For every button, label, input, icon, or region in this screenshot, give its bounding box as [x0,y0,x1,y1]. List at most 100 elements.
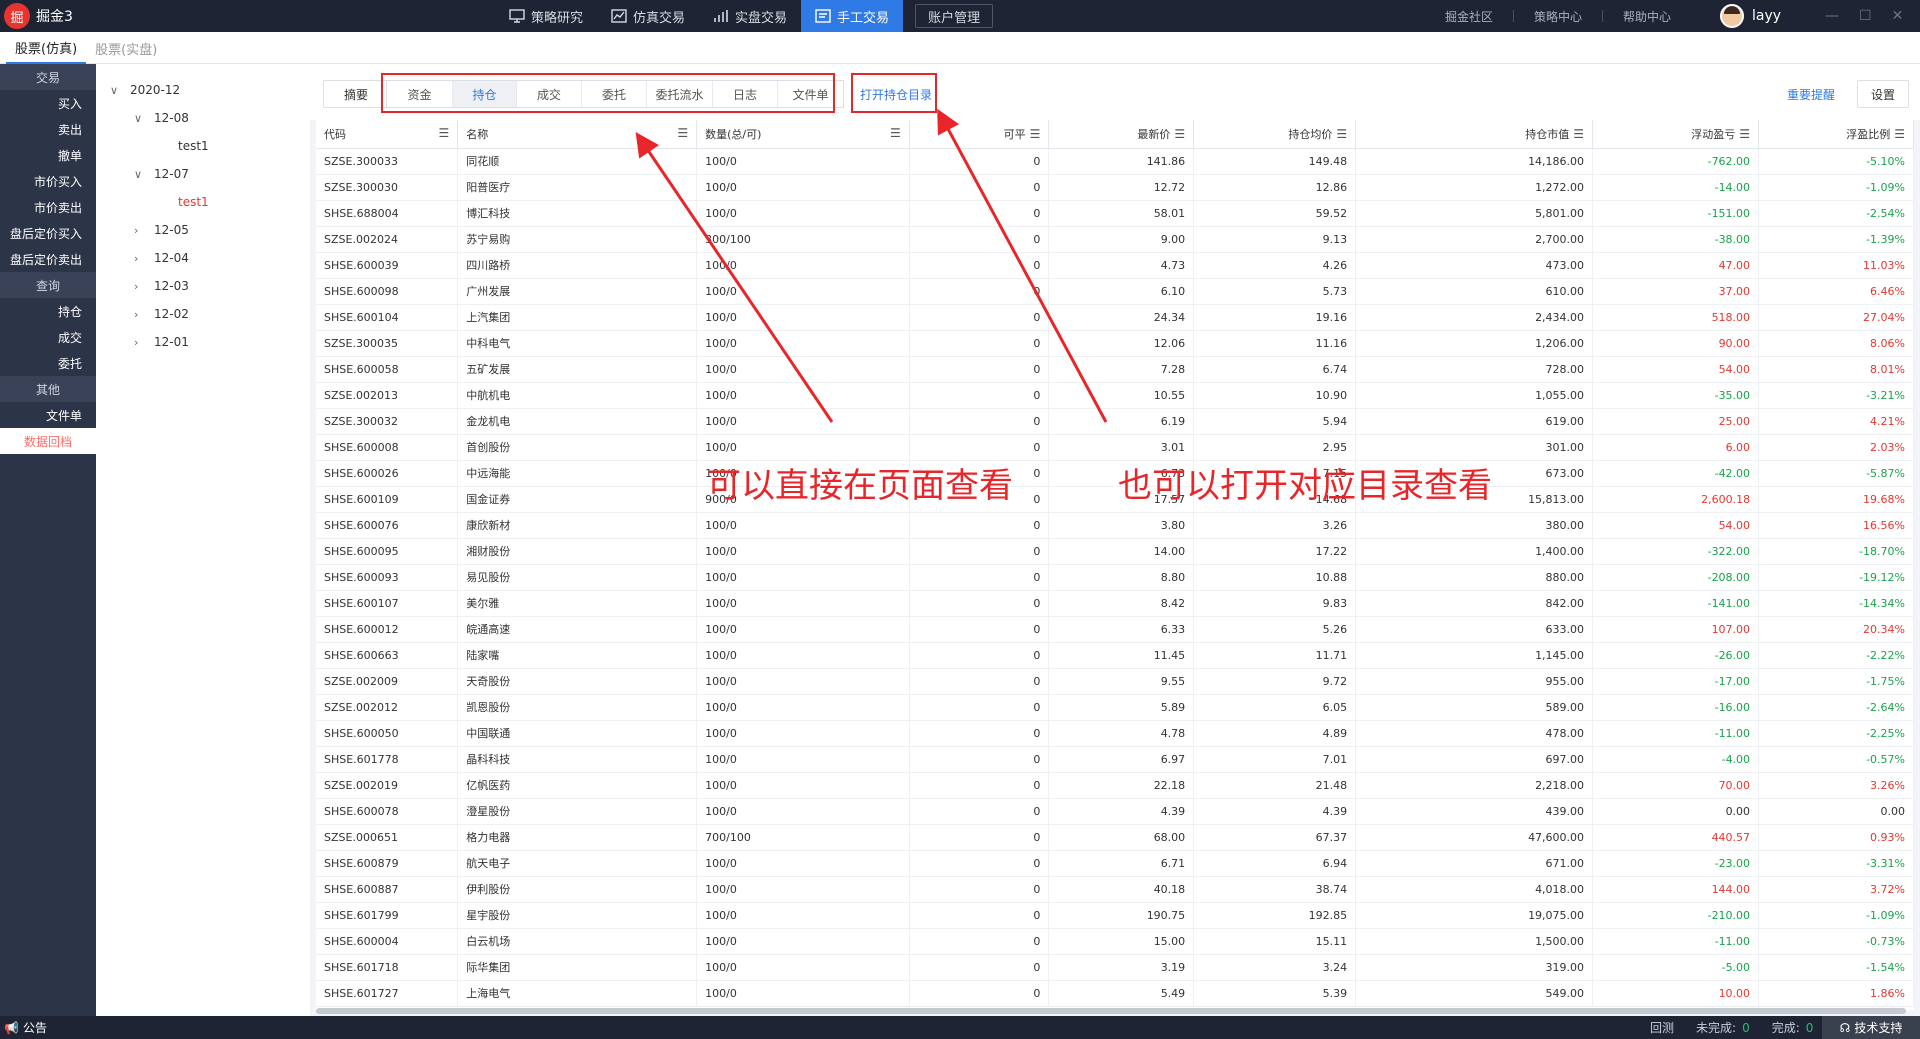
help-center-link[interactable]: 帮助中心 [1603,8,1691,25]
tree-node-day[interactable]: ∨ 12-08 [96,104,306,132]
table-row[interactable]: SZSE.000651 格力电器 700/100 0 68.00 67.37 47,600.… [316,824,1914,851]
maximize-icon[interactable]: ☐ [1859,8,1872,24]
column-menu-icon[interactable]: ☰ [1336,127,1347,141]
sidebar-item-market-sell[interactable]: 市价卖出 [0,194,96,220]
column-menu-icon[interactable]: ☰ [890,126,901,140]
tree-leaf-strategy-active[interactable]: test1 [96,188,306,216]
table-row[interactable]: SZSE.002024 苏宁易购 300/100 0 9.00 9.13 2,700.00-… [316,226,1914,253]
table-row[interactable]: SHSE.600058 五矿发展 100/0 0 7.28 6.74 728.00 54.00… [316,356,1914,383]
column-menu-icon[interactable]: ☰ [1030,127,1041,141]
table-row[interactable]: SHSE.600095 湘财股份 100/0 0 14.00 17.22 1,400.00-… [316,538,1914,565]
notice-button[interactable]: 📢 公告 [4,1016,47,1039]
important-notice-link[interactable]: 重要提醒 [1787,80,1835,108]
nav-strategy-research[interactable]: 策略研究 [495,0,597,32]
table-row[interactable]: SZSE.002013 中航机电 100/0 0 10.55 10.90 1,055.00-… [316,382,1914,409]
tab-funds[interactable]: 资金 [387,81,453,107]
column-menu-icon[interactable]: ☰ [1573,127,1584,141]
column-menu-icon[interactable]: ☰ [1174,127,1185,141]
tree-node-root[interactable]: ∨ 2020-12 [96,76,306,104]
sidebar-item-orders[interactable]: 委托 [0,350,96,376]
nav-sim-trading[interactable]: 仿真交易 [597,0,699,32]
table-row[interactable]: SZSE.300032 金龙机电 100/0 0 6.19 5.94 619.00 25.00… [316,408,1914,435]
table-row[interactable]: SHSE.600093 易见股份 100/0 0 8.80 10.88 880.00 -208… [316,564,1914,591]
open-positions-dir-button[interactable]: 打开持仓目录 [856,80,936,108]
table-row[interactable]: SHSE.600109 国金证券 900/0 0 17.57 14.68 15,813.00… [316,486,1914,513]
tree-node-day[interactable]: › 12-01 [96,328,306,356]
sidebar-item-fills[interactable]: 成交 [0,324,96,350]
horizontal-scrollbar[interactable] [316,1008,1906,1014]
table-row[interactable]: SHSE.600008 首创股份 100/0 0 3.01 2.95 301.00 6.00 2… [316,434,1914,461]
table-row[interactable]: SHSE.600887 伊利股份 100/0 0 40.18 38.74 4,018.00 1… [316,876,1914,903]
table-row[interactable]: SHSE.600879 航天电子 100/0 0 6.71 6.94 671.00 -23.0… [316,850,1914,877]
table-row[interactable]: SHSE.601727 上海电气 100/0 0 5.49 5.39 549.00 10.00… [316,980,1914,1007]
table-row[interactable]: SZSE.002012 凯恩股份 100/0 0 5.89 6.05 589.00 -16.0… [316,694,1914,721]
column-menu-icon[interactable]: ☰ [1739,127,1750,141]
table-row[interactable]: SZSE.002019 亿帆医药 100/0 0 22.18 21.48 2,218.00 7… [316,772,1914,799]
sidebar-item-market-buy[interactable]: 市价买入 [0,168,96,194]
sidebar-item-sell[interactable]: 卖出 [0,116,96,142]
tree-leaf-strategy[interactable]: test1 [96,132,306,160]
table-row[interactable]: SHSE.600098 广州发展 100/0 0 6.10 5.73 610.00 37.00… [316,278,1914,305]
table-row[interactable]: SZSE.300035 中科电气 100/0 0 12.06 11.16 1,206.00 9… [316,330,1914,357]
col-float-pnl[interactable]: 浮动盈亏 ☰ [1592,120,1760,149]
table-row[interactable]: SHSE.600107 美尔雅 100/0 0 8.42 9.83 842.00 -141.0… [316,590,1914,617]
table-row[interactable]: SHSE.601718 际华集团 100/0 0 3.19 3.24 319.00 -5.00… [316,954,1914,981]
table-row[interactable]: SHSE.600078 澄星股份 100/0 0 4.39 4.39 439.00 0.00 0… [316,798,1914,825]
minimize-icon[interactable]: — [1825,8,1839,24]
tab-order-flow[interactable]: 委托流水 [647,81,713,107]
col-last-price[interactable]: 最新价 ☰ [1048,120,1195,149]
table-row[interactable]: SZSE.300033 同花顺 100/0 0 141.86 149.48 14,186.0… [316,148,1914,175]
tab-stock-live[interactable]: 股票(实盘) [86,32,166,64]
col-code[interactable]: 代码 ☰ [316,120,459,149]
tab-fills[interactable]: 成交 [517,81,582,107]
col-quantity[interactable]: 数量(总/可) ☰ [696,120,910,149]
account-management-button[interactable]: 账户管理 [915,4,994,28]
tab-stock-sim[interactable]: 股票(仿真) [6,32,87,64]
table-row[interactable]: SHSE.601778 晶科科技 100/0 0 6.97 7.01 697.00 -4.00… [316,746,1914,773]
col-name[interactable]: 名称 ☰ [457,120,698,149]
col-float-pnl-ratio[interactable]: 浮盈比例 ☰ [1758,120,1914,149]
column-menu-icon[interactable]: ☰ [1894,127,1905,141]
user-menu[interactable]: layy [1720,0,1781,32]
strategy-center-link[interactable]: 策略中心 [1514,8,1602,25]
sidebar-item-data-rollback[interactable]: 数据回档 [0,428,96,454]
nav-manual-trading[interactable]: 手工交易 [801,0,904,32]
table-row[interactable]: SHSE.600004 白云机场 100/0 0 15.00 15.11 1,500.00-… [316,928,1914,955]
table-row[interactable]: SHSE.601799 星宇股份 100/0 0 190.75 192.85 19,075.… [316,902,1914,929]
column-menu-icon[interactable]: ☰ [438,126,449,140]
table-row[interactable]: SZSE.002009 天奇股份 100/0 0 9.55 9.72 955.00 -17.0… [316,668,1914,695]
col-closable[interactable]: 可平 ☰ [909,120,1050,149]
table-row[interactable]: SZSE.300030 阳普医疗 100/0 0 12.72 12.86 1,272.00-… [316,174,1914,201]
close-icon[interactable]: ✕ [1892,8,1904,24]
tab-log[interactable]: 日志 [713,81,778,107]
tab-positions[interactable]: 持仓 [453,81,517,107]
tree-node-day[interactable]: › 12-03 [96,272,306,300]
tree-node-day[interactable]: ∨ 12-07 [96,160,306,188]
tree-node-day[interactable]: › 12-05 [96,216,306,244]
sidebar-item-file-order[interactable]: 文件单 [0,402,96,428]
table-row[interactable]: SHSE.600026 中远海能 100/0 0 6.73 7.15 673.00 -42.0… [316,460,1914,487]
column-menu-icon[interactable]: ☰ [677,126,688,140]
sidebar-item-after-hours-sell[interactable]: 盘后定价卖出 [0,246,96,272]
tree-node-day[interactable]: › 12-04 [96,244,306,272]
sidebar-item-after-hours-buy[interactable]: 盘后定价买入 [0,220,96,246]
tree-node-day[interactable]: › 12-02 [96,300,306,328]
col-avg-cost[interactable]: 持仓均价 ☰ [1193,120,1357,149]
table-row[interactable]: SHSE.600050 中国联通 100/0 0 4.78 4.89 478.00 -11.0… [316,720,1914,747]
table-row[interactable]: SHSE.600076 康欣新材 100/0 0 3.80 3.26 380.00 54.00… [316,512,1914,539]
tech-support-button[interactable]: ☊ 技术支持 [1822,1016,1920,1039]
sidebar-item-buy[interactable]: 买入 [0,90,96,116]
tab-orders[interactable]: 委托 [582,81,647,107]
table-row[interactable]: SHSE.600663 陆家嘴 100/0 0 11.45 11.71 1,145.00 -2… [316,642,1914,669]
sidebar-item-positions[interactable]: 持仓 [0,298,96,324]
tab-file-order[interactable]: 文件单 [778,81,843,107]
nav-live-trading[interactable]: 实盘交易 [699,0,801,32]
table-row[interactable]: SHSE.688004 博汇科技 100/0 0 58.01 59.52 5,801.00-… [316,200,1914,227]
table-row[interactable]: SHSE.600012 皖通高速 100/0 0 6.33 5.26 633.00 107.0… [316,616,1914,643]
summary-button[interactable]: 摘要 [323,80,389,108]
table-row[interactable]: SHSE.600104 上汽集团 100/0 0 24.34 19.16 2,434.00 5… [316,304,1914,331]
sidebar-item-cancel[interactable]: 撤单 [0,142,96,168]
community-link[interactable]: 掘金社区 [1425,8,1513,25]
col-market-value[interactable]: 持仓市值 ☰ [1355,120,1594,149]
table-row[interactable]: SHSE.600039 四川路桥 100/0 0 4.73 4.26 473.00 47.00… [316,252,1914,279]
